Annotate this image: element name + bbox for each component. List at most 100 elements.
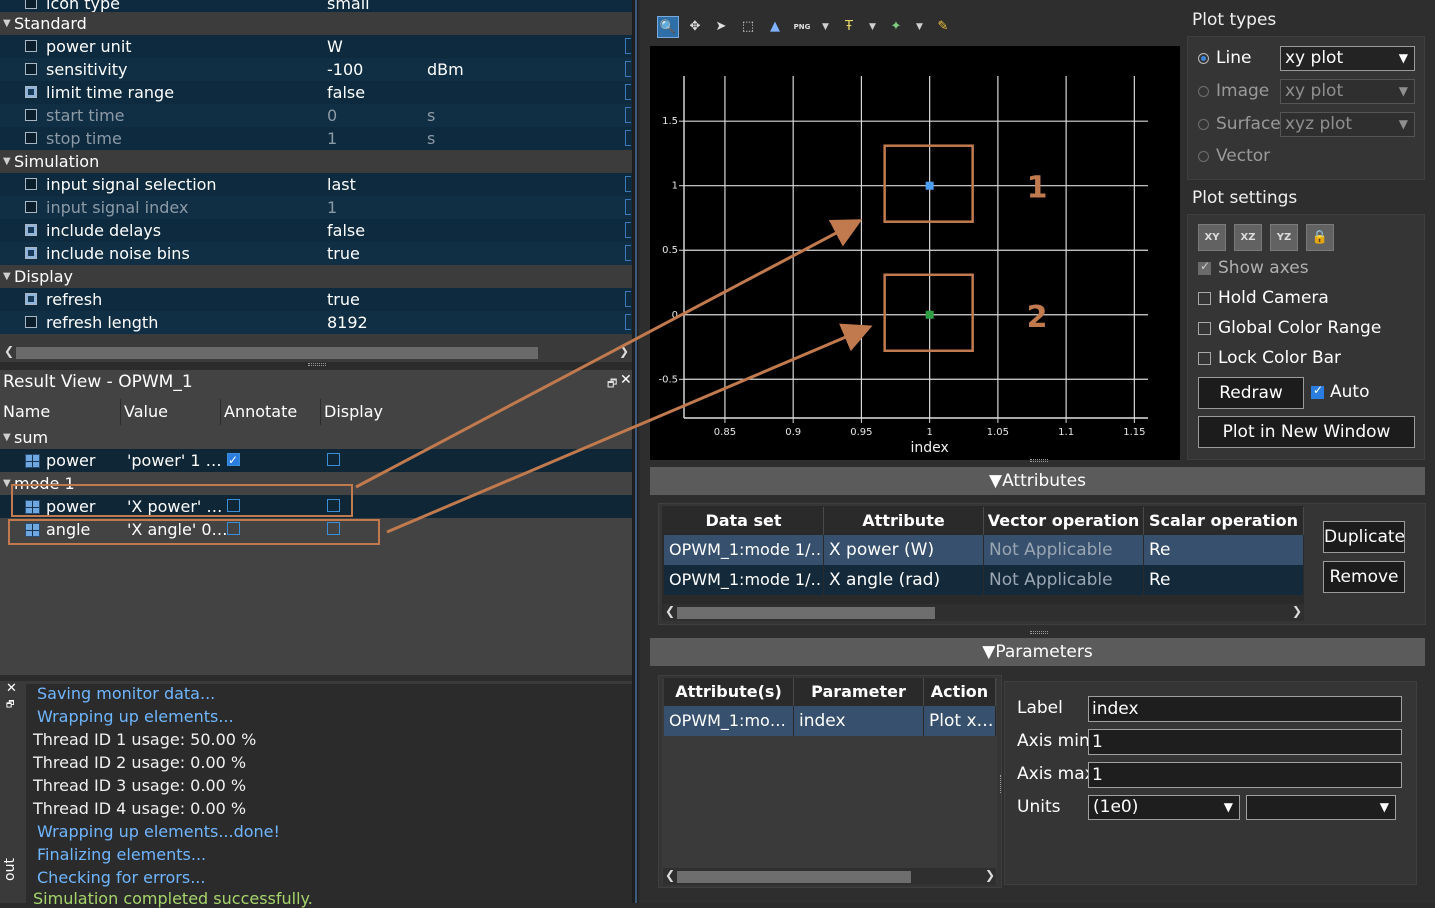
hold-camera-label[interactable]: Hold Camera (1218, 288, 1329, 308)
radio-surface-label[interactable]: Surface (1216, 114, 1281, 134)
redraw-button[interactable]: Redraw (1198, 377, 1304, 409)
prop-value[interactable]: last (327, 173, 356, 196)
scroll-thumb[interactable] (677, 871, 911, 883)
units-dropdown[interactable]: (1e0) ▼ (1088, 795, 1240, 820)
png-export-icon[interactable]: PNG (791, 16, 813, 38)
prop-row[interactable]: limit time range false (0, 81, 632, 104)
prop-row[interactable]: input signal selection last (0, 173, 632, 196)
category-row[interactable]: ▼ Simulation (0, 150, 632, 173)
col-action[interactable]: Action (924, 678, 996, 706)
table-cell[interactable]: Re (1144, 565, 1304, 595)
log-tab-label[interactable]: out (2, 858, 18, 881)
checkbox-icon[interactable] (25, 178, 37, 190)
table-cell[interactable]: Not Applicable (984, 535, 1144, 565)
parameters-header[interactable]: ▼Parameters (650, 638, 1425, 666)
scroll-thumb[interactable] (16, 347, 538, 359)
scroll-right-icon[interactable]: ❯ (985, 868, 995, 882)
edit-handle[interactable] (625, 38, 631, 54)
table-cell[interactable]: index (794, 706, 924, 736)
result-row[interactable]: power 'power' 1 … (0, 449, 632, 472)
radio-vector[interactable] (1198, 151, 1209, 162)
close-icon[interactable]: ✕ (620, 372, 632, 388)
column-header-name[interactable]: Name (0, 399, 121, 425)
view-yz-button[interactable]: YZ (1270, 224, 1298, 251)
zoom-box-icon[interactable]: ⬚ (737, 16, 759, 38)
marker-icon[interactable]: ✦ (885, 16, 907, 38)
line-plot-dropdown[interactable]: xy plot ▼ (1280, 46, 1415, 71)
scroll-left-icon[interactable]: ❮ (4, 344, 14, 358)
col-vector-op[interactable]: Vector operation (984, 507, 1144, 535)
hold-camera-checkbox[interactable] (1198, 292, 1211, 305)
lock-color-bar-checkbox[interactable] (1198, 352, 1211, 365)
properties-hscrollbar[interactable]: ❮ ❯ (0, 344, 632, 361)
attributes-hscrollbar[interactable]: ❮ ❯ (663, 604, 1304, 621)
table-cell[interactable]: Not Applicable (984, 565, 1144, 595)
chevron-down-icon[interactable]: ▼ (869, 16, 876, 38)
auto-checkbox[interactable] (1311, 383, 1324, 399)
radio-line-label[interactable]: Line (1216, 48, 1251, 68)
edit-handle[interactable] (625, 84, 631, 100)
view-xz-button[interactable]: XZ (1234, 224, 1262, 251)
checkbox-icon[interactable] (25, 63, 37, 75)
edit-handle[interactable] (625, 176, 631, 192)
col-scalar-op[interactable]: Scalar operation (1144, 507, 1304, 535)
collapse-arrow-icon[interactable]: ▼ (3, 265, 11, 288)
col-parameter[interactable]: Parameter (794, 678, 924, 706)
collapse-arrow-icon[interactable]: ▼ (3, 472, 11, 495)
column-header-display[interactable]: Display (321, 399, 632, 425)
prop-value[interactable]: false (327, 219, 365, 242)
duplicate-button[interactable]: Duplicate (1323, 521, 1405, 553)
chart-svg[interactable]: 0.85 0.9 0.95 1 1.05 1.1 1.15 -0.5 0 0.5 1 1.5 index… (650, 46, 1180, 460)
column-header-annotate[interactable]: Annotate (221, 399, 321, 425)
prop-row[interactable]: include delays false (0, 219, 632, 242)
splitter-grip[interactable] (1030, 631, 1048, 634)
prop-row[interactable]: include noise bins true (0, 242, 632, 265)
remove-button[interactable]: Remove (1323, 561, 1405, 593)
checkbox-icon[interactable] (25, 247, 37, 259)
collapse-arrow-icon[interactable]: ▼ (3, 150, 11, 173)
scroll-left-icon[interactable]: ❮ (665, 868, 675, 882)
scroll-right-icon[interactable]: ❯ (1292, 604, 1302, 618)
attributes-header[interactable]: ▼Attributes (650, 467, 1425, 495)
prop-value[interactable]: false (327, 81, 365, 104)
plot-new-window-button[interactable]: Plot in New Window (1198, 416, 1415, 448)
mountain-icon[interactable]: ▲ (764, 16, 786, 38)
global-color-range-checkbox[interactable] (1198, 322, 1211, 335)
column-header-value[interactable]: Value (121, 399, 221, 425)
prop-value[interactable]: true (327, 242, 360, 265)
checkbox-icon[interactable] (25, 0, 37, 9)
zoom-icon[interactable]: 🔍 (657, 16, 679, 38)
prop-value[interactable]: W (327, 35, 343, 58)
select-icon[interactable]: ➤ (710, 16, 732, 38)
restore-icon[interactable]: 🗗 (6, 697, 14, 713)
annotate-checkbox[interactable] (227, 449, 240, 472)
col-attributes[interactable]: Attribute(s) (664, 678, 794, 706)
prop-value[interactable]: -100 (327, 58, 363, 81)
global-color-range-label[interactable]: Global Color Range (1218, 318, 1381, 338)
table-cell[interactable]: OPWM_1:mode 1/… (664, 565, 824, 595)
checkbox-icon[interactable] (25, 316, 37, 328)
scroll-thumb[interactable] (677, 607, 935, 619)
table-cell[interactable]: Plot x… (924, 706, 996, 736)
prop-value[interactable]: 8192 (327, 311, 368, 334)
chevron-down-icon[interactable]: ▼ (822, 16, 829, 38)
chevron-down-icon[interactable]: ▼ (916, 16, 923, 38)
close-icon[interactable]: ✕ (6, 681, 17, 696)
radio-surface[interactable] (1198, 119, 1209, 130)
lock-icon[interactable]: 🔒 (1306, 224, 1334, 251)
pencil-icon[interactable]: ✎ (932, 16, 954, 38)
vertical-splitter[interactable] (632, 0, 638, 903)
scroll-right-icon[interactable]: ❯ (619, 344, 629, 358)
checkbox-icon[interactable] (25, 40, 37, 52)
prop-row[interactable]: sensitivity -100 dBm (0, 58, 632, 81)
table-cell[interactable]: OPWM_1:mode 1/… (664, 535, 824, 565)
group-row[interactable]: ▼ sum (0, 426, 632, 449)
edit-handle[interactable] (625, 291, 631, 307)
table-cell[interactable]: X angle (rad) (824, 565, 984, 595)
col-attribute[interactable]: Attribute (824, 507, 984, 535)
scroll-left-icon[interactable]: ❮ (665, 604, 675, 618)
splitter-grip[interactable] (308, 363, 326, 366)
label-field[interactable]: index (1088, 696, 1402, 722)
edit-handle[interactable] (625, 245, 631, 261)
edit-handle[interactable] (625, 222, 631, 238)
